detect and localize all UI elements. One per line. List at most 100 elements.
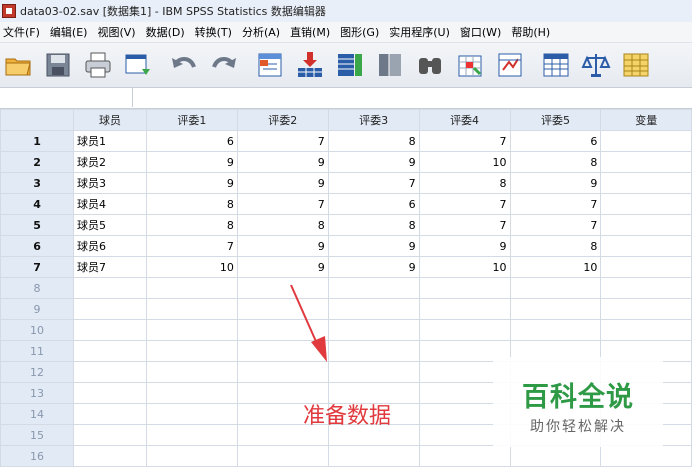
grid-cell[interactable]: 8: [145, 193, 238, 215]
grid-cell[interactable]: 8: [418, 172, 511, 194]
grid-cell[interactable]: [600, 172, 692, 194]
grid-cell[interactable]: [327, 277, 420, 299]
grid-cell[interactable]: 9: [236, 235, 329, 257]
menu-item-4[interactable]: 转换(T): [192, 24, 239, 40]
grid-cell[interactable]: [327, 361, 420, 383]
menu-item-2[interactable]: 视图(V): [94, 24, 142, 40]
grid-cell[interactable]: [600, 319, 692, 341]
row-header[interactable]: 4: [0, 193, 75, 215]
grid-cell[interactable]: [145, 361, 238, 383]
column-header[interactable]: 评委1: [145, 109, 238, 131]
grid-cell[interactable]: [600, 193, 692, 215]
grid-cell[interactable]: 9: [236, 151, 329, 173]
grid-cell[interactable]: 7: [236, 193, 329, 215]
dialog-recall-icon[interactable]: [120, 47, 156, 83]
grid-cell[interactable]: 10: [418, 151, 511, 173]
print-icon[interactable]: [80, 47, 116, 83]
grid-cell[interactable]: 8: [327, 130, 420, 152]
grid-cell[interactable]: [145, 424, 238, 446]
undo-icon[interactable]: [166, 47, 202, 83]
grid-cell[interactable]: 8: [145, 214, 238, 236]
grid-cell[interactable]: 9: [418, 235, 511, 257]
grid-cell[interactable]: 7: [509, 214, 602, 236]
grid-cell[interactable]: [145, 298, 238, 320]
grid-cell[interactable]: [73, 403, 147, 425]
grid-cell[interactable]: [509, 298, 602, 320]
grid-cell[interactable]: 6: [327, 193, 420, 215]
redo-icon[interactable]: [206, 47, 242, 83]
weight-cases-icon[interactable]: [492, 47, 528, 83]
grid-cell[interactable]: [327, 319, 420, 341]
grid-cell[interactable]: [145, 382, 238, 404]
grid-cell[interactable]: [73, 382, 147, 404]
goto-variable-icon[interactable]: [292, 47, 328, 83]
column-header[interactable]: 评委4: [418, 109, 511, 131]
grid-cell[interactable]: 球员6: [73, 235, 147, 257]
grid-cell[interactable]: 9: [145, 172, 238, 194]
grid-cell[interactable]: 10: [509, 256, 602, 278]
row-header[interactable]: 11: [0, 340, 75, 362]
row-header[interactable]: 15: [0, 424, 75, 446]
grid-cell[interactable]: 7: [236, 130, 329, 152]
grid-cell[interactable]: 7: [418, 193, 511, 215]
grid-cell[interactable]: 10: [145, 256, 238, 278]
row-header[interactable]: 1: [0, 130, 75, 152]
grid-cell[interactable]: [600, 235, 692, 257]
goto-case-icon[interactable]: [252, 47, 288, 83]
grid-cell[interactable]: [73, 340, 147, 362]
grid-cell[interactable]: [327, 340, 420, 362]
grid-cell[interactable]: [509, 319, 602, 341]
menu-item-1[interactable]: 编辑(E): [47, 24, 95, 40]
grid-cell[interactable]: [236, 445, 329, 467]
scale-icon[interactable]: [578, 47, 614, 83]
find-icon[interactable]: [412, 47, 448, 83]
grid-cell[interactable]: [145, 340, 238, 362]
grid-cell[interactable]: [418, 277, 511, 299]
grid-cell[interactable]: [509, 445, 602, 467]
split-file-icon[interactable]: [372, 47, 408, 83]
grid-cell[interactable]: [73, 361, 147, 383]
grid-cell[interactable]: [418, 445, 511, 467]
grid-cell[interactable]: [73, 277, 147, 299]
grid-cell[interactable]: [327, 445, 420, 467]
grid-cell[interactable]: [600, 298, 692, 320]
menu-item-10[interactable]: 帮助(H): [508, 24, 557, 40]
save-icon[interactable]: [40, 47, 76, 83]
grid-cell[interactable]: [73, 319, 147, 341]
grid-corner[interactable]: [0, 109, 75, 131]
grid-cell[interactable]: 7: [327, 172, 420, 194]
cell-reference-box[interactable]: [0, 88, 133, 107]
grid-cell[interactable]: 7: [418, 130, 511, 152]
row-header[interactable]: 10: [0, 319, 75, 341]
grid-cell[interactable]: 7: [418, 214, 511, 236]
grid-cell[interactable]: 8: [236, 214, 329, 236]
grid-cell[interactable]: [418, 298, 511, 320]
grid-cell[interactable]: 球员3: [73, 172, 147, 194]
variables-icon[interactable]: [332, 47, 368, 83]
row-header[interactable]: 8: [0, 277, 75, 299]
grid-cell[interactable]: [145, 319, 238, 341]
row-header[interactable]: 7: [0, 256, 75, 278]
column-header[interactable]: 变量: [600, 109, 692, 131]
menu-item-0[interactable]: 文件(F): [0, 24, 47, 40]
grid-cell[interactable]: [600, 256, 692, 278]
grid-cell[interactable]: 6: [509, 130, 602, 152]
grid-cell[interactable]: 9: [327, 151, 420, 173]
menu-item-5[interactable]: 分析(A): [239, 24, 287, 40]
menu-item-3[interactable]: 数据(D): [143, 24, 192, 40]
grid-cell[interactable]: [509, 277, 602, 299]
grid-cell[interactable]: [73, 298, 147, 320]
grid-cell[interactable]: 9: [327, 235, 420, 257]
grid-cell[interactable]: 8: [509, 151, 602, 173]
grid-cell[interactable]: [145, 445, 238, 467]
grid-cell[interactable]: 球员7: [73, 256, 147, 278]
grid-cell[interactable]: 10: [418, 256, 511, 278]
row-header[interactable]: 16: [0, 445, 75, 467]
row-header[interactable]: 14: [0, 403, 75, 425]
grid-cell[interactable]: 9: [145, 151, 238, 173]
row-header[interactable]: 12: [0, 361, 75, 383]
menu-item-7[interactable]: 图形(G): [337, 24, 386, 40]
menu-item-6[interactable]: 直销(M): [287, 24, 337, 40]
grid-cell[interactable]: 9: [327, 256, 420, 278]
grid-cell[interactable]: [600, 151, 692, 173]
